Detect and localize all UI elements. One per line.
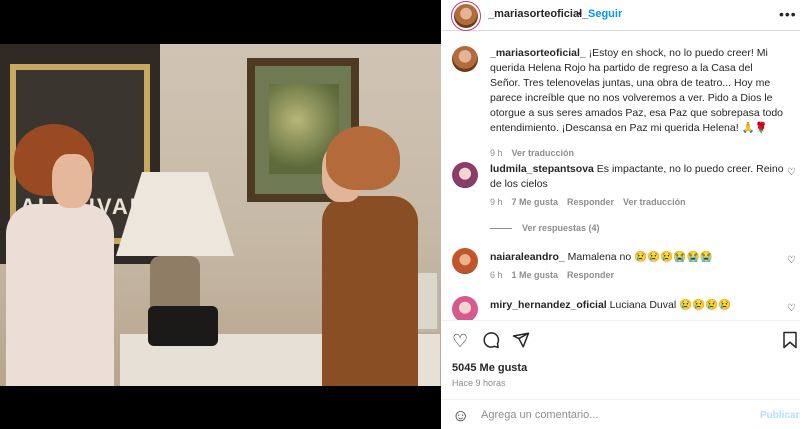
separator-dot: • [578, 8, 582, 20]
post-header: _mariasorteoficial_ • Seguir ••• [441, 0, 800, 31]
heart-icon[interactable]: ♡ [452, 331, 468, 352]
avatar[interactable] [451, 1, 481, 31]
comment-username[interactable]: miry_hernandez_oficial [490, 299, 607, 311]
bookmark-icon[interactable] [782, 331, 798, 354]
comment-icon[interactable] [482, 331, 500, 354]
comment-text: ludmila_stepantsova Es impactante, no lo… [490, 163, 784, 190]
reply-button[interactable]: Responder [567, 270, 614, 280]
avatar[interactable] [452, 46, 478, 72]
likes-count[interactable]: 1 Me gusta [512, 270, 559, 280]
comments-list[interactable]: _mariasorteoficial_ ¡Estoy en shock, no … [441, 32, 800, 320]
post-username[interactable]: _mariasorteoficial_ [488, 8, 588, 20]
comment-text: naiaraleandro_ Mamalena no 😢😢😢😭😭😭 [490, 251, 713, 263]
media-pane: AL DUVAL [0, 0, 441, 429]
reply-button[interactable]: Responder [567, 197, 614, 207]
translate-link[interactable]: Ver traducción [512, 148, 575, 158]
share-icon[interactable] [512, 331, 530, 354]
caption-username[interactable]: _mariasorteoficial_ [490, 47, 586, 59]
comment-input[interactable] [481, 406, 751, 424]
avatar[interactable] [452, 162, 478, 188]
avatar[interactable] [452, 248, 478, 274]
post-timestamp: Hace 9 horas [452, 378, 506, 388]
comment-text: miry_hernandez_oficial Luciana Duval 😢😢😢… [490, 299, 732, 311]
video-person-left [6, 204, 114, 386]
heart-icon[interactable]: ♡ [787, 167, 796, 178]
comment-username[interactable]: naiaraleandro_ [490, 251, 565, 263]
post-panel: _mariasorteoficial_ • Seguir ••• _marias… [441, 0, 800, 429]
view-replies-button[interactable]: Ver respuestas (4) [490, 223, 600, 233]
translate-link[interactable]: Ver traducción [623, 197, 686, 207]
likes-count[interactable]: 5045 Me gusta [452, 362, 527, 374]
smiley-icon[interactable]: ☺ [452, 406, 469, 426]
heart-icon[interactable]: ♡ [787, 255, 796, 266]
heart-icon[interactable]: ♡ [787, 303, 796, 314]
caption-time: 9 h [490, 148, 503, 158]
comment-time: 6 h [490, 270, 503, 280]
comment-time: 9 h [490, 197, 503, 207]
video-person-right [322, 196, 418, 386]
comment-meta: 6 h 1 Me gusta Responder [490, 270, 623, 280]
comment-meta: 9 h 7 Me gusta Responder Ver traducción [490, 197, 695, 207]
video-frame[interactable]: AL DUVAL [0, 44, 441, 386]
more-options-icon[interactable]: ••• [779, 6, 797, 22]
action-bar: ♡ [441, 320, 800, 360]
likes-count[interactable]: 7 Me gusta [512, 197, 559, 207]
publish-button[interactable]: Publicar [760, 410, 799, 421]
avatar[interactable] [452, 296, 478, 320]
add-comment-bar: ☺ Publicar [441, 399, 800, 429]
caption-text: _mariasorteoficial_ ¡Estoy en shock, no … [490, 47, 784, 134]
caption-meta: 9 h Ver traducción [490, 148, 583, 158]
follow-button[interactable]: Seguir [588, 8, 622, 20]
comment-username[interactable]: ludmila_stepantsova [490, 163, 594, 175]
